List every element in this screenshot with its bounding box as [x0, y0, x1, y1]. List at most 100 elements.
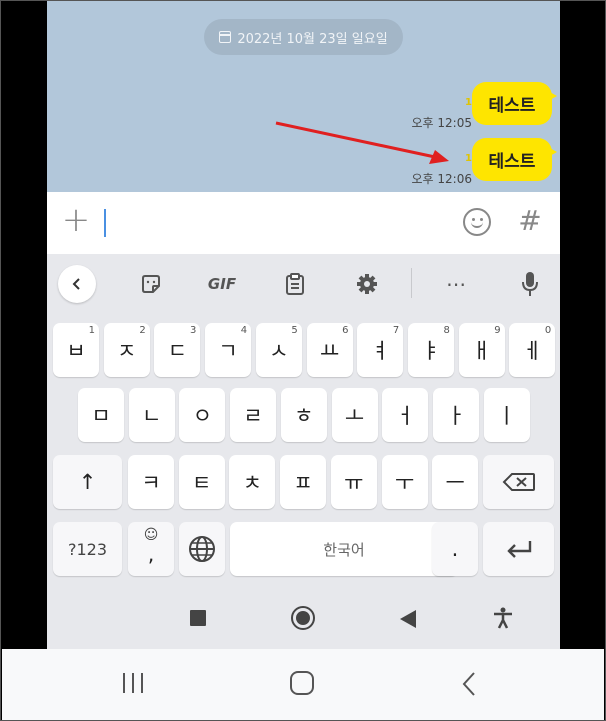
- key-label: ㅌ: [192, 471, 212, 495]
- key[interactable]: ㄴ: [128, 388, 175, 442]
- key[interactable]: ㅏ: [432, 388, 479, 442]
- key-label: ㅏ: [446, 404, 466, 428]
- key[interactable]: ㅈ2: [103, 323, 150, 377]
- recent-apps-icon[interactable]: [190, 610, 206, 626]
- message-bubble[interactable]: 테스트: [472, 138, 557, 181]
- key[interactable]: ㅓ: [382, 388, 429, 442]
- shift-key[interactable]: ↑: [53, 455, 122, 509]
- date-divider: 2022년 10월 23일 일요일: [204, 19, 403, 55]
- key-label: ㅅ: [269, 339, 289, 363]
- key-label: ㅂ: [66, 339, 86, 363]
- key-number-hint: 1: [88, 325, 95, 336]
- key[interactable]: ㅂ1: [53, 323, 99, 377]
- key[interactable]: ㅍ: [280, 455, 327, 509]
- key-label: ㅍ: [293, 471, 313, 495]
- key[interactable]: ㅎ: [280, 388, 327, 442]
- symbols-key[interactable]: ?123: [53, 522, 122, 576]
- key-label: ㅛ: [319, 339, 340, 363]
- gear-icon[interactable]: [351, 268, 383, 300]
- home-icon[interactable]: [291, 606, 315, 630]
- key-label: ㅠ: [344, 471, 364, 495]
- unread-count: 1: [465, 153, 472, 164]
- enter-icon: [506, 541, 531, 558]
- key[interactable]: ㅕ7: [357, 323, 404, 377]
- period-key[interactable]: .: [432, 522, 478, 576]
- chevron-left-icon[interactable]: [58, 265, 96, 303]
- key-label: ㅇ: [192, 404, 213, 428]
- emoji-icon[interactable]: [463, 208, 491, 236]
- back-icon[interactable]: [400, 610, 416, 628]
- key[interactable]: ㅗ: [331, 388, 378, 442]
- keyboard-toolbar: GIF ⋯: [47, 254, 560, 314]
- key[interactable]: ㅠ: [330, 455, 377, 509]
- key[interactable]: ㅅ5: [255, 323, 302, 377]
- key-number-hint: 2: [139, 325, 146, 336]
- key-label: ㅊ: [242, 471, 263, 495]
- message-time: 오후 12:05: [411, 116, 472, 130]
- key-label: ㅐ: [471, 339, 492, 363]
- calendar-icon: [219, 31, 232, 43]
- enter-key[interactable]: [483, 522, 554, 576]
- key-label: ㅑ: [421, 339, 441, 363]
- plus-icon[interactable]: +: [61, 203, 91, 237]
- recents-icon[interactable]: [122, 673, 144, 693]
- accessibility-icon[interactable]: [491, 606, 515, 630]
- key[interactable]: ㄱ4: [205, 323, 252, 377]
- gif-button[interactable]: GIF: [202, 268, 242, 300]
- key[interactable]: ㅑ8: [407, 323, 454, 377]
- backspace-key[interactable]: [483, 455, 554, 509]
- key-label: ㅡ: [445, 471, 465, 495]
- date-text: 2022년 10월 23일 일요일: [237, 31, 388, 47]
- key-number-hint: 8: [443, 325, 450, 336]
- globe-icon: [189, 536, 215, 562]
- text-cursor[interactable]: [104, 209, 106, 237]
- toolbar-divider: [411, 268, 412, 298]
- key-label: ㅕ: [370, 339, 390, 363]
- key-label: ㅋ: [141, 471, 161, 495]
- key[interactable]: ㄹ: [230, 388, 277, 442]
- hash-icon[interactable]: #: [515, 204, 545, 238]
- key[interactable]: ㅡ: [432, 455, 479, 509]
- key[interactable]: ㅇ: [179, 388, 226, 442]
- key-label: ㅁ: [91, 404, 111, 428]
- phone-navigation-bar: [47, 586, 560, 649]
- key[interactable]: ㄷ3: [154, 323, 201, 377]
- space-key[interactable]: 한국어: [230, 522, 458, 576]
- screenshot-frame: 2022년 10월 23일 일요일 1 오후 12:05 테스트 1 오후 12…: [0, 0, 606, 721]
- key[interactable]: ㅌ: [178, 455, 225, 509]
- chevron-left-icon[interactable]: [462, 671, 476, 697]
- microphone-icon[interactable]: [514, 268, 546, 300]
- language-key[interactable]: [179, 522, 225, 576]
- key-label: ㅓ: [395, 404, 415, 428]
- key-label: ㄱ: [218, 339, 238, 363]
- key-number-hint: 6: [342, 325, 349, 336]
- clipboard-icon[interactable]: [279, 268, 311, 300]
- system-navigation-bar: [2, 649, 604, 720]
- home-icon[interactable]: [290, 671, 314, 695]
- key[interactable]: ㅔ0: [509, 323, 556, 377]
- key-number-hint: 4: [240, 325, 248, 336]
- key[interactable]: ㅋ: [128, 455, 174, 509]
- comma-label: ,: [147, 542, 155, 566]
- key[interactable]: ㅣ: [483, 388, 530, 442]
- chat-area: 2022년 10월 23일 일요일 1 오후 12:05 테스트 1 오후 12…: [47, 1, 560, 192]
- key-label: ㄷ: [167, 339, 188, 363]
- key[interactable]: ㅛ6: [306, 323, 353, 377]
- key[interactable]: ㅁ: [78, 388, 124, 442]
- key[interactable]: ㅐ9: [458, 323, 505, 377]
- more-icon[interactable]: ⋯: [440, 268, 472, 300]
- key[interactable]: ㅊ: [229, 455, 276, 509]
- key-label: ㅎ: [294, 404, 314, 428]
- sticker-icon[interactable]: [135, 268, 167, 300]
- key-label: ㄴ: [142, 404, 162, 428]
- key-label: ㅗ: [344, 404, 365, 428]
- key-label: ㅔ: [522, 339, 542, 363]
- phone-screen: 2022년 10월 23일 일요일 1 오후 12:05 테스트 1 오후 12…: [47, 1, 560, 649]
- unread-count: 1: [465, 97, 472, 108]
- key-label: ㅜ: [394, 471, 415, 495]
- key-number-hint: 7: [392, 325, 400, 336]
- emoji-comma-key[interactable]: ☺ ,: [128, 522, 174, 576]
- message-bubble[interactable]: 테스트: [472, 82, 557, 125]
- key[interactable]: ㅜ: [381, 455, 428, 509]
- key-label: ㅈ: [117, 339, 137, 363]
